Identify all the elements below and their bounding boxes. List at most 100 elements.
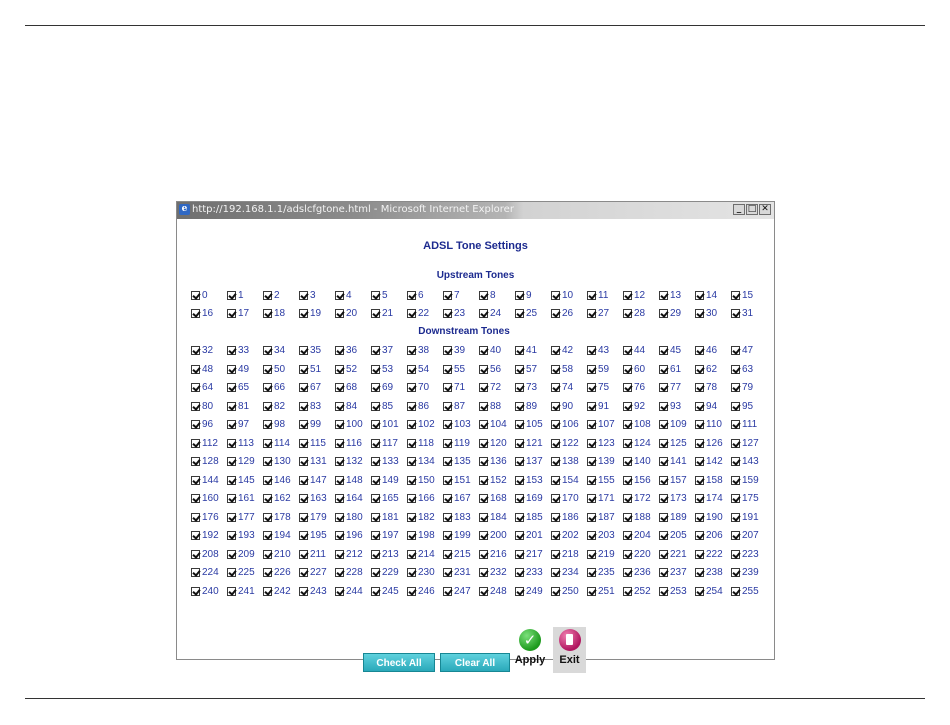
- tone-checkbox[interactable]: [263, 457, 272, 467]
- tone-26[interactable]: 26: [551, 305, 587, 324]
- minimize-button[interactable]: _: [733, 204, 745, 215]
- tone-checkbox[interactable]: [263, 549, 272, 559]
- tone-checkbox[interactable]: [551, 512, 560, 522]
- tone-13[interactable]: 13: [659, 286, 695, 305]
- tone-200[interactable]: 200: [479, 527, 515, 546]
- tone-241[interactable]: 241: [227, 582, 263, 601]
- tone-checkbox[interactable]: [263, 568, 272, 578]
- tone-checkbox[interactable]: [659, 457, 668, 467]
- tone-checkbox[interactable]: [731, 420, 740, 430]
- tone-143[interactable]: 143: [731, 453, 767, 472]
- tone-41[interactable]: 41: [515, 342, 551, 361]
- tone-checkbox[interactable]: [443, 586, 452, 596]
- tone-checkbox[interactable]: [263, 364, 272, 374]
- tone-216[interactable]: 216: [479, 545, 515, 564]
- tone-checkbox[interactable]: [659, 290, 668, 300]
- tone-91[interactable]: 91: [587, 397, 623, 416]
- tone-63[interactable]: 63: [731, 360, 767, 379]
- tone-checkbox[interactable]: [731, 346, 740, 356]
- tone-checkbox[interactable]: [623, 531, 632, 541]
- tone-checkbox[interactable]: [587, 290, 596, 300]
- tone-checkbox[interactable]: [191, 309, 200, 319]
- tone-checkbox[interactable]: [443, 438, 452, 448]
- tone-167[interactable]: 167: [443, 490, 479, 509]
- tone-93[interactable]: 93: [659, 397, 695, 416]
- tone-137[interactable]: 137: [515, 453, 551, 472]
- tone-218[interactable]: 218: [551, 545, 587, 564]
- tone-117[interactable]: 117: [371, 434, 407, 453]
- tone-checkbox[interactable]: [335, 457, 344, 467]
- tone-checkbox[interactable]: [659, 512, 668, 522]
- tone-checkbox[interactable]: [191, 457, 200, 467]
- tone-checkbox[interactable]: [731, 290, 740, 300]
- tone-checkbox[interactable]: [443, 309, 452, 319]
- tone-checkbox[interactable]: [371, 531, 380, 541]
- tone-149[interactable]: 149: [371, 471, 407, 490]
- tone-129[interactable]: 129: [227, 453, 263, 472]
- tone-checkbox[interactable]: [191, 364, 200, 374]
- tone-30[interactable]: 30: [695, 305, 731, 324]
- tone-198[interactable]: 198: [407, 527, 443, 546]
- tone-187[interactable]: 187: [587, 508, 623, 527]
- tone-checkbox[interactable]: [551, 549, 560, 559]
- tone-237[interactable]: 237: [659, 564, 695, 583]
- tone-checkbox[interactable]: [479, 438, 488, 448]
- tone-checkbox[interactable]: [551, 438, 560, 448]
- tone-checkbox[interactable]: [731, 586, 740, 596]
- tone-checkbox[interactable]: [335, 531, 344, 541]
- tone-97[interactable]: 97: [227, 416, 263, 435]
- tone-checkbox[interactable]: [551, 475, 560, 485]
- tone-83[interactable]: 83: [299, 397, 335, 416]
- tone-138[interactable]: 138: [551, 453, 587, 472]
- tone-123[interactable]: 123: [587, 434, 623, 453]
- tone-checkbox[interactable]: [335, 290, 344, 300]
- tone-checkbox[interactable]: [191, 420, 200, 430]
- tone-238[interactable]: 238: [695, 564, 731, 583]
- tone-checkbox[interactable]: [443, 346, 452, 356]
- tone-229[interactable]: 229: [371, 564, 407, 583]
- tone-55[interactable]: 55: [443, 360, 479, 379]
- tone-27[interactable]: 27: [587, 305, 623, 324]
- tone-checkbox[interactable]: [695, 457, 704, 467]
- tone-checkbox[interactable]: [263, 290, 272, 300]
- tone-50[interactable]: 50: [263, 360, 299, 379]
- tone-118[interactable]: 118: [407, 434, 443, 453]
- tone-250[interactable]: 250: [551, 582, 587, 601]
- tone-206[interactable]: 206: [695, 527, 731, 546]
- tone-22[interactable]: 22: [407, 305, 443, 324]
- tone-checkbox[interactable]: [515, 346, 524, 356]
- tone-checkbox[interactable]: [515, 383, 524, 393]
- tone-checkbox[interactable]: [695, 346, 704, 356]
- tone-checkbox[interactable]: [623, 438, 632, 448]
- tone-47[interactable]: 47: [731, 342, 767, 361]
- tone-154[interactable]: 154: [551, 471, 587, 490]
- tone-checkbox[interactable]: [407, 438, 416, 448]
- tone-48[interactable]: 48: [191, 360, 227, 379]
- tone-checkbox[interactable]: [407, 420, 416, 430]
- tone-checkbox[interactable]: [659, 568, 668, 578]
- tone-110[interactable]: 110: [695, 416, 731, 435]
- tone-checkbox[interactable]: [263, 531, 272, 541]
- tone-checkbox[interactable]: [191, 290, 200, 300]
- tone-144[interactable]: 144: [191, 471, 227, 490]
- tone-checkbox[interactable]: [587, 383, 596, 393]
- check-all-button[interactable]: Check All: [363, 653, 435, 672]
- tone-checkbox[interactable]: [479, 401, 488, 411]
- tone-53[interactable]: 53: [371, 360, 407, 379]
- tone-checkbox[interactable]: [227, 549, 236, 559]
- tone-checkbox[interactable]: [407, 401, 416, 411]
- tone-checkbox[interactable]: [299, 586, 308, 596]
- tone-125[interactable]: 125: [659, 434, 695, 453]
- tone-checkbox[interactable]: [443, 457, 452, 467]
- tone-249[interactable]: 249: [515, 582, 551, 601]
- tone-221[interactable]: 221: [659, 545, 695, 564]
- tone-checkbox[interactable]: [443, 401, 452, 411]
- tone-checkbox[interactable]: [371, 586, 380, 596]
- tone-checkbox[interactable]: [587, 346, 596, 356]
- tone-checkbox[interactable]: [623, 364, 632, 374]
- tone-180[interactable]: 180: [335, 508, 371, 527]
- tone-checkbox[interactable]: [227, 383, 236, 393]
- tone-208[interactable]: 208: [191, 545, 227, 564]
- tone-209[interactable]: 209: [227, 545, 263, 564]
- tone-102[interactable]: 102: [407, 416, 443, 435]
